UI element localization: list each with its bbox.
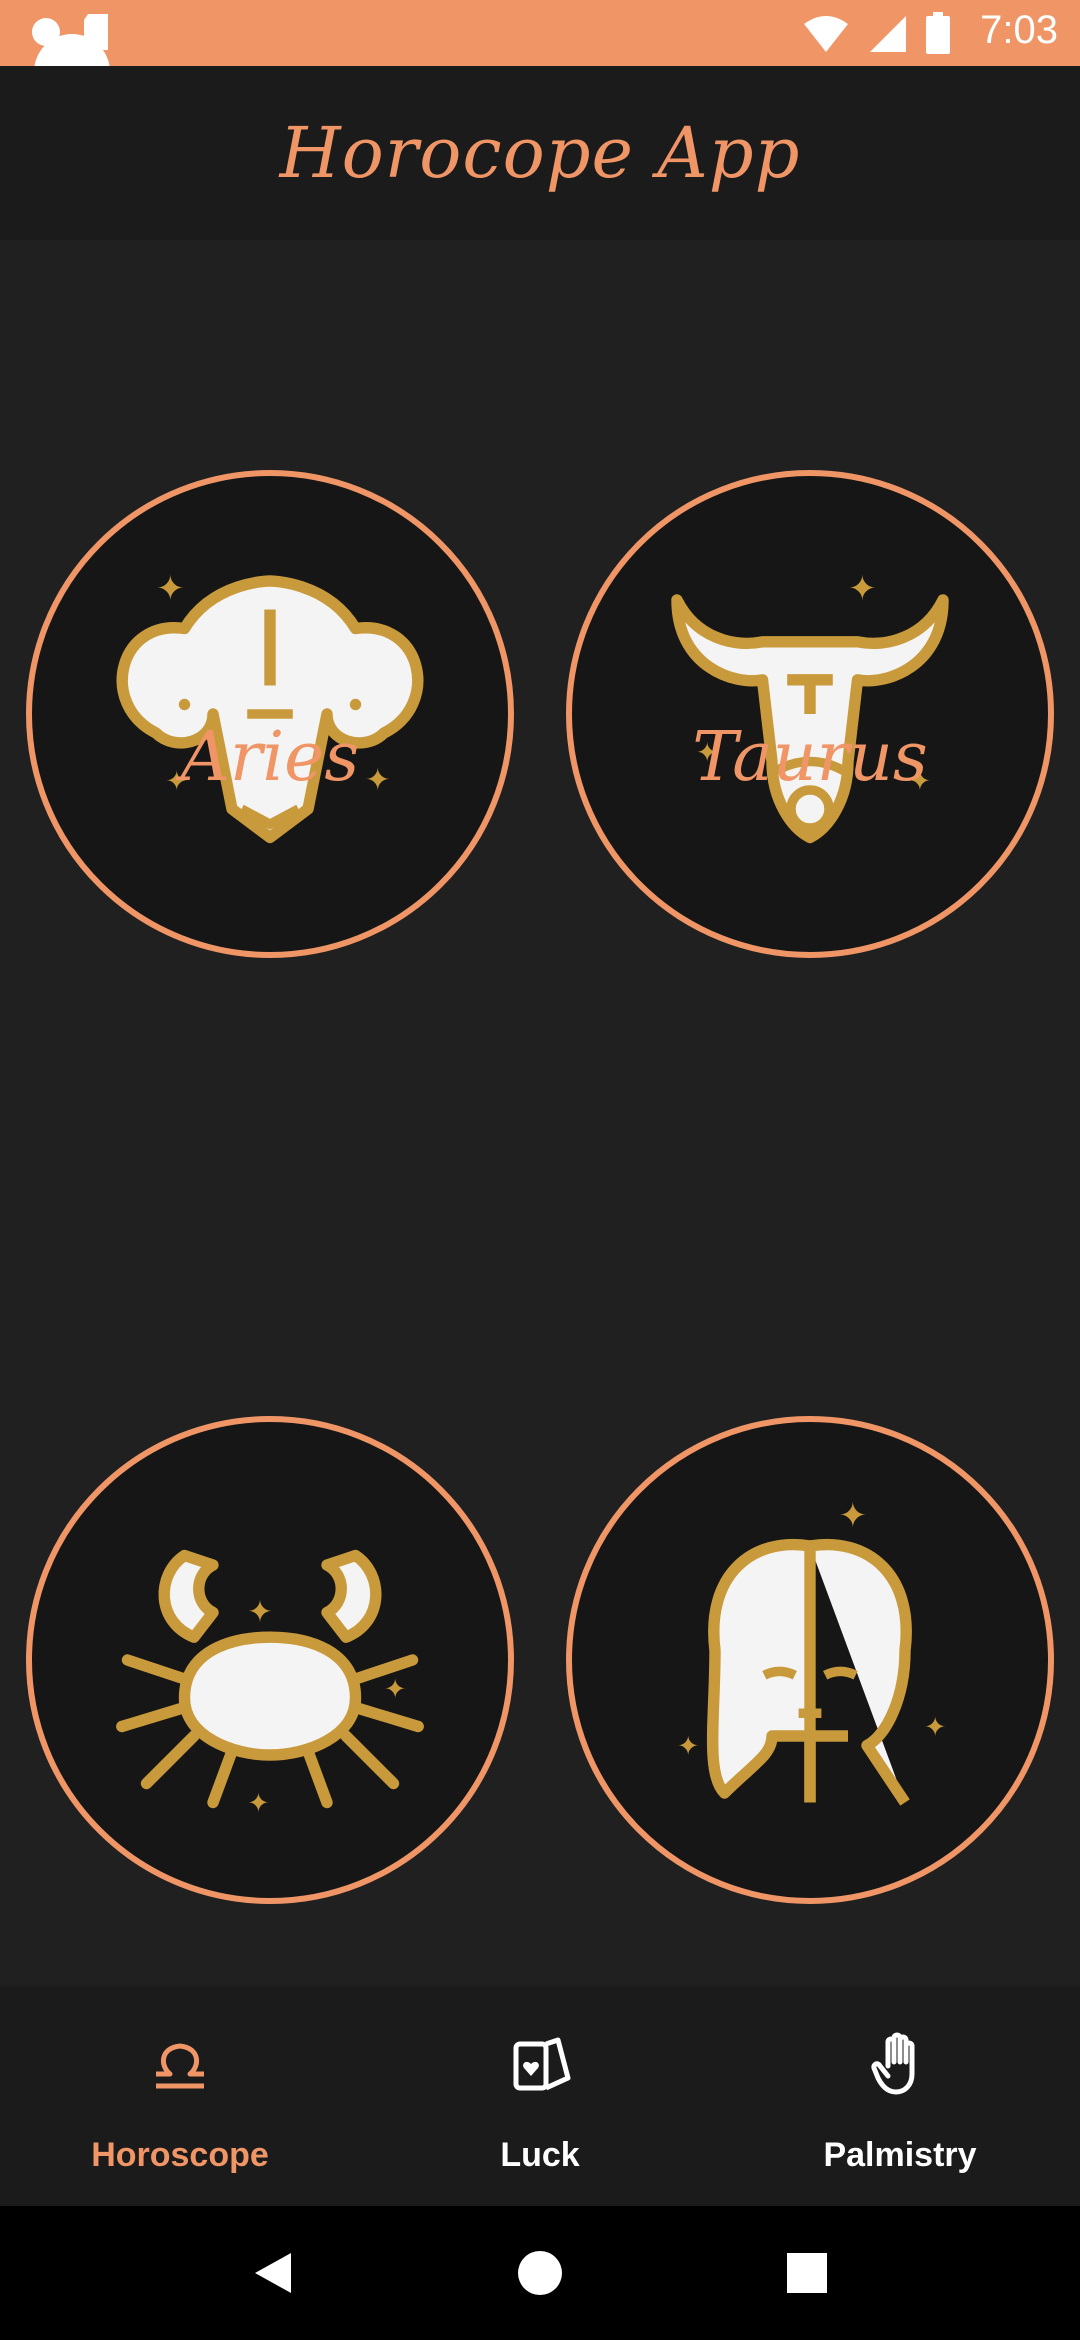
- recents-square-icon: [786, 2253, 827, 2293]
- system-navigation-bar: [0, 2206, 1080, 2340]
- app-title: Horocope App: [279, 112, 801, 194]
- sign-card-taurus[interactable]: ✦ ✦ ✦: [566, 470, 1054, 958]
- svg-text:✦: ✦: [848, 569, 877, 609]
- bottom-navigation: Horoscope Luck Palmistry: [0, 1986, 1080, 2206]
- nav-item-horoscope[interactable]: Horoscope: [0, 1986, 360, 2206]
- app-bar: Horocope App: [0, 66, 1080, 240]
- status-icons-right: [802, 12, 950, 54]
- svg-text:✦: ✦: [156, 569, 185, 609]
- svg-text:✦: ✦: [247, 1595, 272, 1630]
- sign-label-aries[interactable]: Aries: [0, 718, 540, 797]
- nav-label-palmistry: Palmistry: [823, 2136, 977, 2174]
- cards-icon: [513, 2037, 571, 2091]
- home-button[interactable]: [504, 2237, 576, 2309]
- sign-card-virgo[interactable]: ✦ ✦ ✦: [566, 1416, 1054, 1904]
- sign-card-aries[interactable]: ✦ ✦ ✦: [26, 470, 514, 958]
- sign-label-taurus[interactable]: Taurus: [540, 718, 1080, 797]
- recents-button[interactable]: [771, 2237, 843, 2309]
- svg-text:✦: ✦: [924, 1712, 946, 1743]
- back-button[interactable]: [237, 2237, 309, 2309]
- home-circle-icon: [517, 2251, 562, 2295]
- virgo-icon: ✦ ✦ ✦: [677, 1496, 946, 1806]
- nav-item-palmistry[interactable]: Palmistry: [720, 1986, 1080, 2206]
- back-triangle-icon: [255, 2253, 292, 2293]
- svg-text:✦: ✦: [839, 1496, 868, 1536]
- wifi-icon: [804, 16, 848, 52]
- svg-text:✦: ✦: [247, 1788, 269, 1819]
- bull-icon: ✦ ✦ ✦: [671, 569, 949, 844]
- libra-icon: [156, 2043, 204, 2089]
- battery-icon: [926, 12, 950, 54]
- nav-label-luck: Luck: [500, 2136, 580, 2174]
- hand-icon: [871, 2032, 915, 2095]
- svg-text:✦: ✦: [677, 1731, 699, 1762]
- svg-text:✦: ✦: [384, 1674, 406, 1705]
- zodiac-grid[interactable]: ✦ ✦ ✦ Aries ✦ ✦ ✦ Taurus ✦ ✦ ✦ ✦ ✦ ✦: [0, 240, 1080, 1986]
- status-bar: 7:03: [0, 0, 1080, 66]
- signal-icon: [870, 16, 906, 52]
- crab-icon: ✦ ✦ ✦: [116, 1549, 424, 1819]
- ram-icon: ✦ ✦ ✦: [116, 569, 424, 844]
- status-time: 7:03: [980, 8, 1058, 52]
- nav-label-horoscope: Horoscope: [91, 2136, 269, 2174]
- sign-card-cancer[interactable]: ✦ ✦ ✦: [26, 1416, 514, 1904]
- nav-item-luck[interactable]: Luck: [360, 1986, 720, 2206]
